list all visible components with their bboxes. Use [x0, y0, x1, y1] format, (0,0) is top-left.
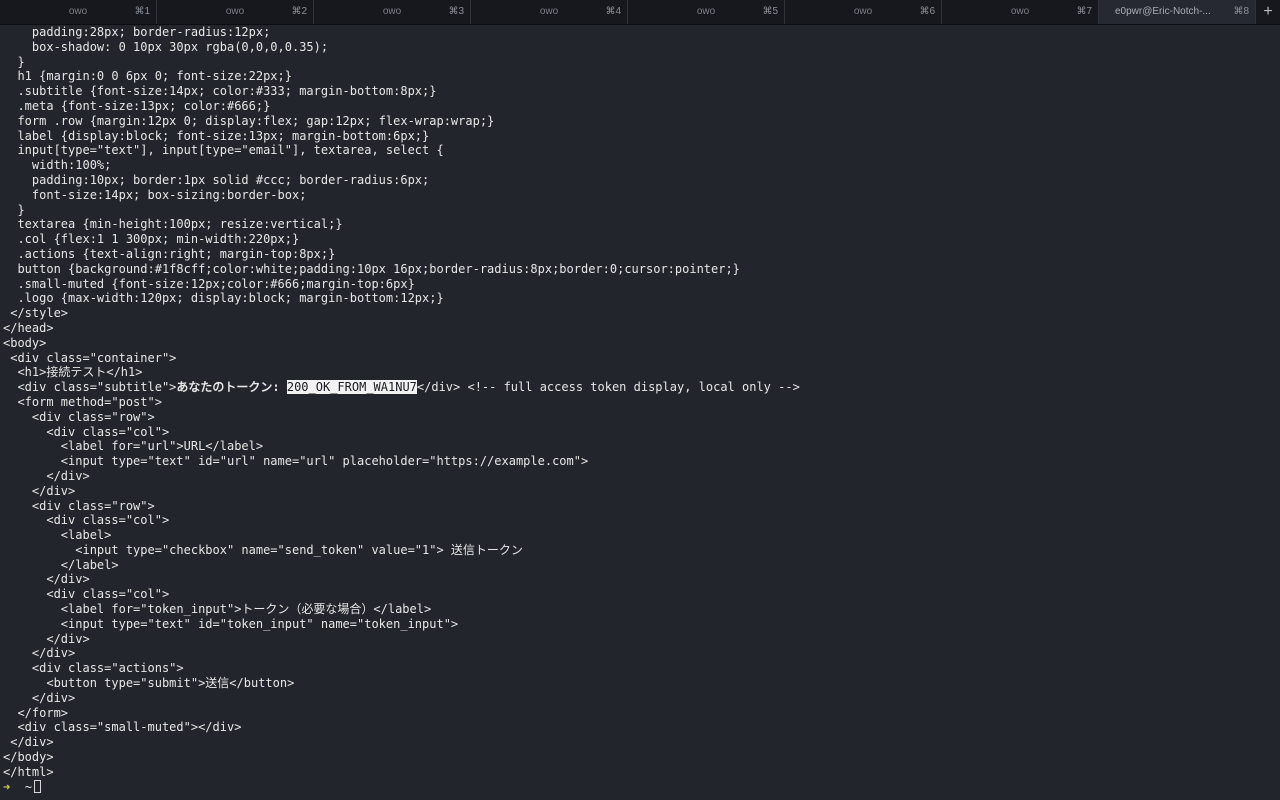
- terminal-line: </head>: [3, 320, 54, 335]
- selected-token-text: 200_OK_FROM_WA1NU7: [286, 380, 417, 395]
- terminal-line: .subtitle {font-size:14px; color:#333; m…: [3, 84, 437, 99]
- terminal-line: </body>: [3, 750, 54, 765]
- terminal-line: </div>: [3, 483, 76, 498]
- tab-7[interactable]: owo ⌘7: [942, 0, 1099, 24]
- terminal-line: <h1>接続テスト</h1>: [3, 365, 143, 380]
- tab-shortcut: ⌘2: [291, 6, 307, 17]
- tab-shortcut: ⌘4: [605, 6, 621, 17]
- terminal-line: <input type="checkbox" name="send_token"…: [3, 542, 523, 557]
- terminal-line: </div>: [3, 631, 90, 646]
- terminal-line: <div class="col">: [3, 587, 170, 602]
- prompt-line[interactable]: ➜ ~: [3, 779, 1277, 795]
- terminal-line: .col {flex:1 1 300px; min-width:220px;}: [3, 232, 300, 247]
- tab-3[interactable]: owo ⌘3: [314, 0, 471, 24]
- terminal-line: textarea {min-height:100px; resize:verti…: [3, 217, 343, 232]
- terminal-line: <div class="col">: [3, 424, 170, 439]
- terminal-line: <div class="row">: [3, 498, 155, 513]
- tab-2[interactable]: owo ⌘2: [157, 0, 314, 24]
- prompt-spacer: [10, 780, 24, 794]
- terminal-line: box-shadow: 0 10px 30px rgba(0,0,0,0.35)…: [3, 39, 329, 54]
- tab-title: owo: [68, 6, 88, 17]
- tab-title: owo: [382, 6, 402, 17]
- tab-shortcut: ⌘6: [919, 6, 935, 17]
- tab-title: owo: [225, 6, 245, 17]
- terminal-line: <div class="small-muted"></div>: [3, 720, 242, 735]
- terminal-line: <div class="actions">: [3, 661, 184, 676]
- prompt-directory: ~: [24, 779, 32, 794]
- terminal-line: h1 {margin:0 0 6px 0; font-size:22px;}: [3, 69, 292, 84]
- terminal-line: </form>: [3, 705, 69, 720]
- terminal-line: <button type="submit">送信</button>: [3, 676, 295, 691]
- terminal-line: padding:28px; border-radius:12px;: [3, 25, 271, 39]
- terminal-line: </div>: [3, 468, 90, 483]
- tab-title: owo: [1010, 6, 1030, 17]
- terminal-line: width:100%;: [3, 158, 112, 173]
- terminal-line: label {display:block; font-size:13px; ma…: [3, 128, 430, 143]
- terminal-line: <div class="col">: [3, 513, 170, 528]
- tab-title: owo: [539, 6, 559, 17]
- terminal-line: .logo {max-width:120px; display:block; m…: [3, 291, 444, 306]
- terminal-line: padding:10px; border:1px solid #ccc; bor…: [3, 172, 430, 187]
- terminal-line: <input type="text" id="token_input" name…: [3, 616, 459, 631]
- terminal-line: .meta {font-size:13px; color:#666;}: [3, 98, 271, 113]
- tab-5[interactable]: owo ⌘5: [628, 0, 785, 24]
- terminal-line: <label for="url">URL</label>: [3, 439, 264, 454]
- tab-title: owo: [853, 6, 873, 17]
- terminal-text: <div class="subtitle">: [3, 380, 177, 395]
- terminal-line: }: [3, 54, 25, 69]
- terminal-line: input[type="text"], input[type="email"],…: [3, 143, 444, 158]
- terminal-line: </html>: [3, 764, 54, 779]
- new-tab-button[interactable]: +: [1256, 0, 1280, 24]
- terminal-line: form .row {margin:12px 0; display:flex; …: [3, 113, 495, 128]
- terminal-output[interactable]: padding:28px; border-radius:12px; box-sh…: [3, 25, 1277, 800]
- tab-title: e0pwr@Eric-Notch-...: [1115, 6, 1211, 17]
- text-cursor: [33, 779, 41, 793]
- terminal-line: <label for="token_input">トークン（必要な場合）</la…: [3, 602, 432, 617]
- tab-1[interactable]: owo ⌘1: [0, 0, 157, 24]
- terminal-line: <body>: [3, 335, 47, 350]
- tab-6[interactable]: owo ⌘6: [785, 0, 942, 24]
- tab-shortcut: ⌘8: [1233, 6, 1249, 17]
- tab-title: owo: [696, 6, 716, 17]
- tab-8[interactable]: e0pwr@Eric-Notch-... ⌘8: [1099, 0, 1256, 24]
- terminal-line: <form method="post">: [3, 394, 162, 409]
- terminal-line: .small-muted {font-size:12px;color:#666;…: [3, 276, 415, 291]
- terminal-line: </div>: [3, 646, 76, 661]
- tab-shortcut: ⌘3: [448, 6, 464, 17]
- tab-shortcut: ⌘7: [1076, 6, 1092, 17]
- terminal-line: .actions {text-align:right; margin-top:8…: [3, 246, 336, 261]
- terminal-line: }: [3, 202, 25, 217]
- terminal-line: </label>: [3, 557, 119, 572]
- terminal-line: <div class="subtitle">あなたのトークン: 200_OK_F…: [3, 380, 1277, 395]
- terminal-line: </style>: [3, 306, 69, 321]
- terminal-line: <div class="row">: [3, 409, 155, 424]
- tab-bar: owo ⌘1 owo ⌘2 owo ⌘3 owo ⌘4 owo ⌘5 owo ⌘6 owo ⌘7 e0pwr…: [0, 0, 1280, 25]
- tab-4[interactable]: owo ⌘4: [471, 0, 628, 24]
- terminal-text: あなたのトークン:: [176, 380, 287, 395]
- terminal-line: </div>: [3, 690, 76, 705]
- terminal-line: </div>: [3, 572, 90, 587]
- terminal-text: </div> <!-- full access token display, l…: [416, 380, 800, 395]
- terminal-line: <div class="container">: [3, 350, 177, 365]
- terminal-line: <input type="text" id="url" name="url" p…: [3, 454, 589, 469]
- terminal-line: <label>: [3, 528, 112, 543]
- terminal-line: font-size:14px; box-sizing:border-box;: [3, 187, 307, 202]
- tab-shortcut: ⌘1: [134, 6, 150, 17]
- tab-shortcut: ⌘5: [762, 6, 778, 17]
- terminal-line: button {background:#1f8cff;color:white;p…: [3, 261, 740, 276]
- terminal-line: </div>: [3, 735, 54, 750]
